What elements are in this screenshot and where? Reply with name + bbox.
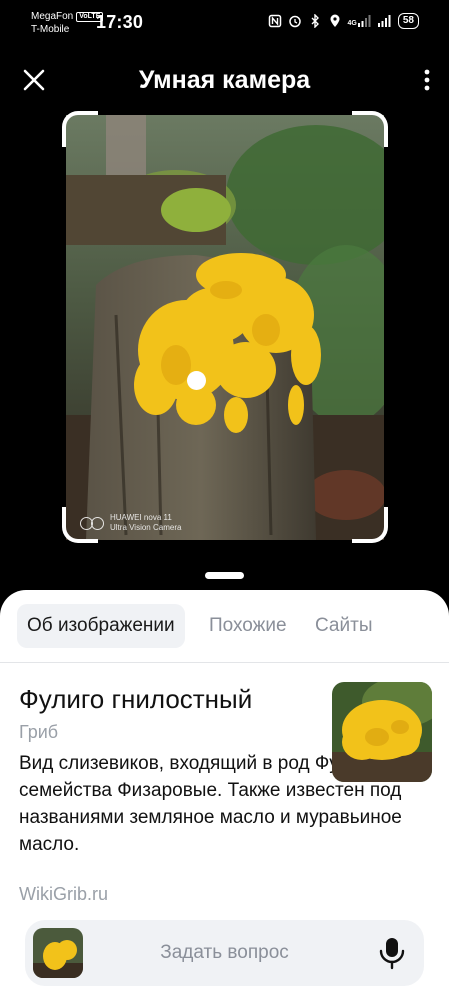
- cellular-signal-icon: 4G: [348, 15, 372, 27]
- tab-divider: [0, 662, 449, 663]
- frame-corner-bottom-right: [352, 507, 388, 543]
- network-type: 4G: [347, 20, 357, 27]
- carrier-info: MegaFon VoLTE T-Mobile: [31, 10, 104, 36]
- alarm-icon: [288, 15, 301, 28]
- ask-panel: Задать вопрос: [0, 906, 449, 1000]
- results-sheet: Об изображении Похожие Сайты Фулиго гнил…: [0, 590, 449, 1000]
- app-header: Умная камера: [0, 56, 449, 106]
- captured-photo: [66, 115, 384, 540]
- location-icon: [330, 14, 340, 27]
- camera-watermark: HUAWEI nova 11 Ultra Vision Camera: [80, 513, 181, 533]
- battery-indicator: 58: [397, 13, 419, 29]
- sheet-drag-handle[interactable]: [205, 572, 244, 579]
- microphone-icon[interactable]: [377, 936, 407, 970]
- camera-lens-icon: [80, 516, 104, 530]
- more-vertical-icon[interactable]: [419, 66, 435, 94]
- result-thumbnail[interactable]: [332, 682, 432, 782]
- status-time: 17:30: [96, 12, 144, 32]
- ask-input-placeholder[interactable]: Задать вопрос: [25, 942, 424, 964]
- signal-icon: [377, 15, 391, 27]
- result-category: Гриб: [19, 722, 59, 742]
- tab-bar: Об изображении Похожие Сайты: [0, 604, 449, 650]
- tab-about-image[interactable]: Об изображении: [17, 604, 185, 648]
- status-icons: 4G 58: [268, 13, 419, 29]
- frame-corner-top-right: [352, 111, 388, 147]
- result-title[interactable]: Фулиго гнилостный: [19, 684, 252, 715]
- page-title: Умная камера: [138, 66, 311, 94]
- bluetooth-icon: [311, 14, 319, 28]
- tab-similar[interactable]: Похожие: [209, 604, 287, 648]
- result-source-link[interactable]: WikiGrib.ru: [19, 884, 108, 905]
- carrier-1: MegaFon: [31, 11, 74, 22]
- focus-point[interactable]: [187, 371, 206, 390]
- ask-question-bar[interactable]: Задать вопрос: [25, 920, 424, 986]
- frame-corner-top-left: [62, 111, 98, 147]
- watermark-model: HUAWEI nova 11: [110, 513, 172, 522]
- watermark-caption: Ultra Vision Camera: [110, 523, 182, 532]
- carrier-2: T-Mobile: [31, 24, 70, 35]
- tab-sites[interactable]: Сайты: [315, 604, 372, 648]
- nfc-icon: [268, 14, 281, 28]
- status-bar: MegaFon VoLTE T-Mobile 17:30 4G 58: [0, 0, 449, 44]
